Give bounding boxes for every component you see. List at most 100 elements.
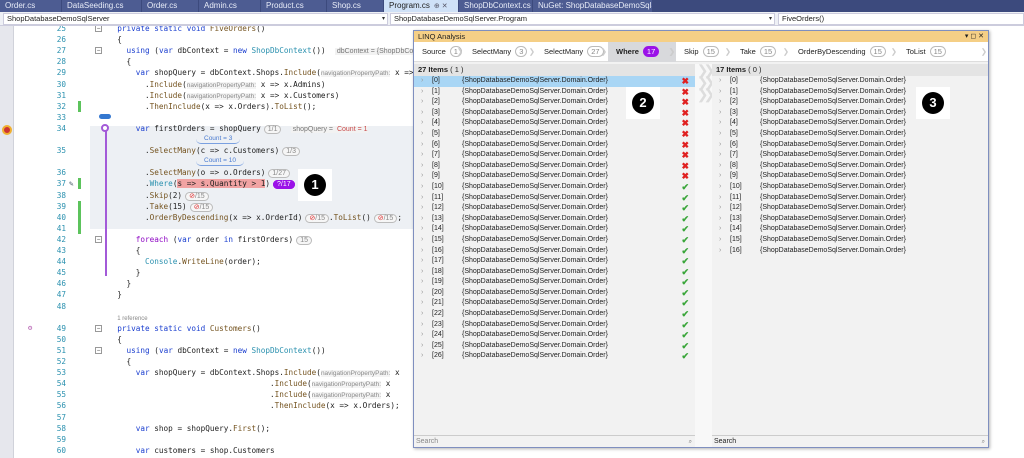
list-item[interactable]: › [13] {ShopDatabaseDemoSqlServer.Domain.O… bbox=[414, 214, 695, 225]
expand-chevron-icon[interactable]: › bbox=[719, 246, 721, 257]
list-item[interactable]: › [16] {ShopDatabaseDemoSqlServer.Domain.O… bbox=[712, 246, 988, 257]
input-search[interactable]: Search ⌕ bbox=[414, 435, 695, 447]
list-item[interactable]: › [8] {ShopDatabaseDemoSqlServer.Domain.Or… bbox=[712, 161, 988, 172]
expand-chevron-icon[interactable]: › bbox=[719, 161, 721, 172]
list-item[interactable]: › [20] {ShopDatabaseDemoSqlServer.Domain.O… bbox=[414, 288, 695, 299]
stage-tolist[interactable]: ToList 15 ❯ bbox=[898, 42, 988, 62]
expand-chevron-icon[interactable]: › bbox=[421, 246, 423, 257]
tab-order-cs[interactable]: Order.cs bbox=[0, 0, 62, 12]
breakpoint-margin[interactable] bbox=[0, 26, 14, 458]
expand-chevron-icon[interactable]: › bbox=[421, 203, 423, 214]
list-item[interactable]: › [25] {ShopDatabaseDemoSqlServer.Domain.O… bbox=[414, 341, 695, 352]
list-item[interactable]: › [12] {ShopDatabaseDemoSqlServer.Domain.O… bbox=[712, 203, 988, 214]
list-item[interactable]: › [6] {ShopDatabaseDemoSqlServer.Domain.Or… bbox=[414, 140, 695, 151]
expand-chevron-icon[interactable]: › bbox=[421, 193, 423, 204]
query-step-count-badge[interactable]: 1/3 bbox=[282, 147, 300, 157]
expand-chevron-icon[interactable]: › bbox=[421, 298, 423, 309]
breakpoint-icon[interactable] bbox=[2, 125, 12, 135]
expand-chevron-icon[interactable]: › bbox=[719, 203, 721, 214]
query-step-count-badge[interactable]: ⊘/15 bbox=[189, 202, 214, 212]
tab-product-cs[interactable]: Product.cs bbox=[261, 0, 327, 12]
list-item[interactable]: › [0] {ShopDatabaseDemoSqlServer.Domain.Or… bbox=[414, 76, 695, 87]
list-item[interactable]: › [10] {ShopDatabaseDemoSqlServer.Domain.O… bbox=[712, 182, 988, 193]
input-items-list[interactable]: 27 Items ( 1 ) › [0] {ShopDatabaseDemoSqlS… bbox=[414, 64, 695, 447]
expand-chevron-icon[interactable]: › bbox=[719, 118, 721, 129]
expand-chevron-icon[interactable]: › bbox=[719, 76, 721, 87]
window-controls[interactable]: ▾ ◻ ✕ bbox=[965, 31, 984, 42]
expand-chevron-icon[interactable]: › bbox=[421, 150, 423, 161]
expand-chevron-icon[interactable]: › bbox=[719, 182, 721, 193]
expand-chevron-icon[interactable]: › bbox=[421, 267, 423, 278]
list-item[interactable]: › [15] {ShopDatabaseDemoSqlServer.Domain.O… bbox=[414, 235, 695, 246]
list-item[interactable]: › [18] {ShopDatabaseDemoSqlServer.Domain.O… bbox=[414, 267, 695, 278]
class-dropdown[interactable]: ShopDatabaseDemoSqlServer.Program ▾ bbox=[390, 13, 775, 25]
list-item[interactable]: › [7] {ShopDatabaseDemoSqlServer.Domain.Or… bbox=[414, 150, 695, 161]
expand-chevron-icon[interactable]: › bbox=[421, 341, 423, 352]
list-item[interactable]: › [10] {ShopDatabaseDemoSqlServer.Domain.O… bbox=[414, 182, 695, 193]
tab-admin-cs[interactable]: Admin.cs bbox=[199, 0, 261, 12]
expand-chevron-icon[interactable]: › bbox=[719, 193, 721, 204]
collapse-icon[interactable]: − bbox=[95, 235, 102, 243]
list-item[interactable]: › [15] {ShopDatabaseDemoSqlServer.Domain.O… bbox=[712, 235, 988, 246]
tab-nuget-shopdatabasedemosqlserver[interactable]: NuGet: ShopDatabaseDemoSqlServer bbox=[533, 0, 653, 12]
query-step-count-badge[interactable]: ⊘/15 bbox=[305, 213, 330, 223]
expand-chevron-icon[interactable]: › bbox=[421, 256, 423, 267]
expand-chevron-icon[interactable]: › bbox=[421, 214, 423, 225]
list-item[interactable]: › [9] {ShopDatabaseDemoSqlServer.Domain.Or… bbox=[712, 171, 988, 182]
collapse-icon[interactable]: − bbox=[95, 26, 102, 32]
stage-skip[interactable]: Skip 15 ❯ bbox=[676, 42, 732, 62]
expand-chevron-icon[interactable]: › bbox=[719, 108, 721, 119]
list-item[interactable]: › [11] {ShopDatabaseDemoSqlServer.Domain.O… bbox=[414, 193, 695, 204]
expand-chevron-icon[interactable]: › bbox=[719, 87, 721, 98]
list-item[interactable]: › [12] {ShopDatabaseDemoSqlServer.Domain.O… bbox=[414, 203, 695, 214]
collapse-icon[interactable]: − bbox=[95, 324, 102, 332]
stage-selectmany[interactable]: SelectMany 3 ❯ bbox=[464, 42, 536, 62]
stage-take[interactable]: Take 15 ❯ bbox=[732, 42, 790, 62]
list-item[interactable]: › [26] {ShopDatabaseDemoSqlServer.Domain.O… bbox=[414, 351, 695, 362]
query-step-count-badge[interactable]: ?/17 bbox=[273, 180, 295, 190]
expand-chevron-icon[interactable]: › bbox=[421, 87, 423, 98]
expand-chevron-icon[interactable]: › bbox=[421, 224, 423, 235]
tab-shopdbcontext-cs[interactable]: ShopDbContext.cs bbox=[459, 0, 533, 12]
expand-chevron-icon[interactable]: › bbox=[719, 150, 721, 161]
list-item[interactable]: › [5] {ShopDatabaseDemoSqlServer.Domain.Or… bbox=[712, 129, 988, 140]
expand-chevron-icon[interactable]: › bbox=[719, 214, 721, 225]
expand-chevron-icon[interactable]: › bbox=[719, 97, 721, 108]
list-item[interactable]: › [22] {ShopDatabaseDemoSqlServer.Domain.O… bbox=[414, 309, 695, 320]
query-step-count-badge[interactable]: ⊘/15 bbox=[185, 191, 209, 201]
project-dropdown[interactable]: ShopDatabaseDemoSqlServer ▾ bbox=[3, 13, 388, 25]
list-item[interactable]: › [13] {ShopDatabaseDemoSqlServer.Domain.O… bbox=[712, 214, 988, 225]
list-item[interactable]: › [16] {ShopDatabaseDemoSqlServer.Domain.O… bbox=[414, 246, 695, 257]
expand-chevron-icon[interactable]: › bbox=[421, 351, 423, 362]
output-items-list[interactable]: 17 Items ( 0 ) › [0] {ShopDatabaseDemoSqlS… bbox=[712, 64, 988, 447]
expand-chevron-icon[interactable]: › bbox=[719, 224, 721, 235]
list-item[interactable]: › [17] {ShopDatabaseDemoSqlServer.Domain.O… bbox=[414, 256, 695, 267]
expand-chevron-icon[interactable]: › bbox=[421, 108, 423, 119]
expand-chevron-icon[interactable]: › bbox=[421, 288, 423, 299]
tab-program-cs[interactable]: Program.cs ⊕ ✕ bbox=[384, 0, 459, 12]
expand-chevron-icon[interactable]: › bbox=[719, 140, 721, 151]
query-step-count-badge[interactable]: 15 bbox=[296, 235, 312, 245]
expand-chevron-icon[interactable]: › bbox=[421, 277, 423, 288]
expand-chevron-icon[interactable]: › bbox=[421, 171, 423, 182]
tab-order-cs[interactable]: Order.cs bbox=[142, 0, 199, 12]
list-item[interactable]: › [19] {ShopDatabaseDemoSqlServer.Domain.O… bbox=[414, 277, 695, 288]
query-step-count-badge[interactable]: 1/1 bbox=[263, 124, 282, 134]
collapse-icon[interactable]: − bbox=[95, 346, 102, 354]
member-dropdown[interactable]: FiveOrders() bbox=[778, 13, 1024, 25]
list-item[interactable]: › [23] {ShopDatabaseDemoSqlServer.Domain.O… bbox=[414, 320, 695, 331]
stage-selectmany[interactable]: SelectMany 27 ❯ bbox=[536, 42, 608, 62]
expand-chevron-icon[interactable]: › bbox=[421, 182, 423, 193]
list-item[interactable]: › [4] {ShopDatabaseDemoSqlServer.Domain.Or… bbox=[414, 118, 695, 129]
list-item[interactable]: › [14] {ShopDatabaseDemoSqlServer.Domain.O… bbox=[712, 224, 988, 235]
expand-chevron-icon[interactable]: › bbox=[719, 235, 721, 246]
stage-where[interactable]: Where 17 ❯ bbox=[608, 42, 676, 62]
expand-chevron-icon[interactable]: › bbox=[421, 129, 423, 140]
query-step-count-badge[interactable]: ⊘/15 bbox=[373, 213, 398, 223]
stage-source[interactable]: Source 1 ❯ bbox=[414, 42, 464, 62]
list-item[interactable]: › [5] {ShopDatabaseDemoSqlServer.Domain.Or… bbox=[414, 129, 695, 140]
list-item[interactable]: › [11] {ShopDatabaseDemoSqlServer.Domain.O… bbox=[712, 193, 988, 204]
expand-chevron-icon[interactable]: › bbox=[421, 118, 423, 129]
collapse-icon[interactable]: − bbox=[95, 47, 102, 55]
list-item[interactable]: › [8] {ShopDatabaseDemoSqlServer.Domain.Or… bbox=[414, 161, 695, 172]
